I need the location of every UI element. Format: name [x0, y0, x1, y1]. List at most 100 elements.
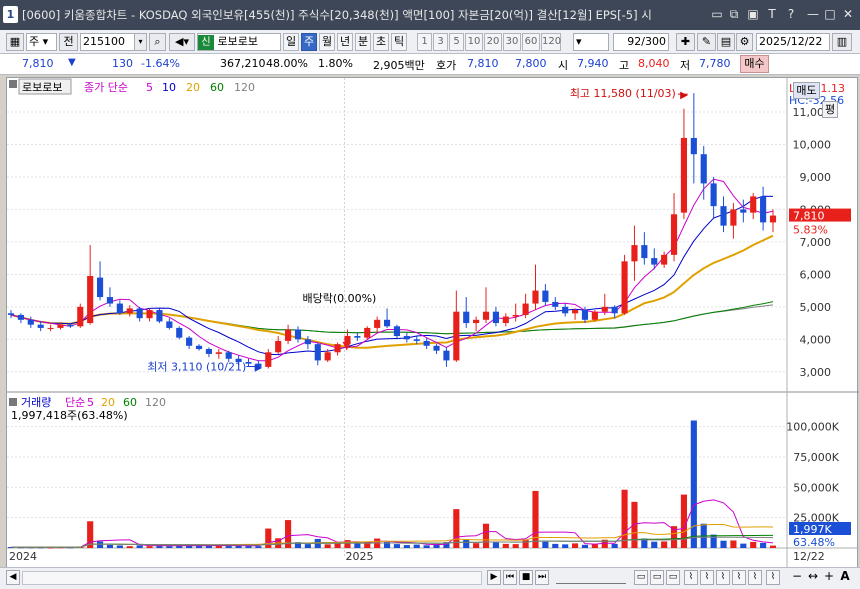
pin-icon[interactable]: ⧉ [726, 6, 742, 22]
interval-option-1[interactable]: 3 [433, 33, 448, 51]
candle-body [661, 254, 668, 265]
tool5-icon[interactable]: ⌇ [748, 570, 762, 585]
stock-name-field[interactable]: 신 로보로보 [197, 33, 281, 51]
candle-body [542, 290, 549, 302]
help-icon[interactable]: ? [783, 6, 799, 22]
volume-bar [651, 541, 658, 548]
horizontal-scrollbar[interactable] [22, 571, 482, 585]
ma20-line [10, 234, 774, 349]
candle-body [37, 324, 44, 328]
eval-button[interactable]: 평 [822, 101, 838, 118]
candle-body [364, 327, 371, 338]
volume-bar [492, 542, 499, 548]
candle-body [136, 308, 143, 319]
font-icon[interactable]: T [764, 6, 780, 22]
period-tab-2[interactable]: 월 [319, 33, 335, 51]
volume-bar [136, 545, 143, 548]
period-tab-3[interactable]: 년 [337, 33, 353, 51]
scroll-right-icon[interactable]: ▶ [487, 570, 501, 585]
maximize-icon[interactable]: □ [822, 6, 838, 22]
candle-body [512, 314, 519, 317]
layout1-icon[interactable]: ▭ [634, 570, 648, 585]
code-dropdown-icon[interactable]: ▾ [134, 33, 147, 51]
scroll-left-icon[interactable]: ◀ [6, 570, 20, 585]
indicator-add-icon[interactable]: ✚ [676, 33, 695, 51]
volume-tick-label: 75,000K [793, 451, 839, 464]
calendar-icon[interactable]: ▥ [832, 33, 852, 51]
link-icon[interactable]: ▣ [745, 6, 761, 22]
volume-bar [542, 541, 549, 548]
restore-icon[interactable]: ▭ [709, 6, 725, 22]
sell-button[interactable]: 매도 [793, 82, 820, 99]
interval-option-5[interactable]: 30 [503, 33, 521, 51]
zoom-out-icon[interactable]: − [790, 570, 804, 585]
candle-body [601, 306, 608, 312]
grid-menu-icon[interactable]: ▦ [6, 33, 24, 51]
interval-select[interactable]: ▾ [573, 33, 609, 51]
volume-bar [750, 541, 757, 548]
period-tab-5[interactable]: 초 [373, 33, 389, 51]
quote-bar: 7,810 ▼ 130 -1.64% 367,210 48.00% 1.80% … [0, 54, 860, 75]
candle-body [433, 345, 440, 351]
zoom-slider[interactable] [556, 572, 626, 584]
stock-name: 로보로보 [217, 35, 258, 48]
tool1-icon[interactable]: ⌇ [684, 570, 698, 585]
candle-body [740, 209, 747, 213]
search-icon[interactable]: ⌕ [149, 33, 166, 51]
candle-body [621, 261, 628, 314]
volume-bar [502, 543, 509, 548]
minimize-icon[interactable]: — [805, 6, 821, 22]
candle-body [275, 340, 282, 353]
candle-body [403, 336, 410, 340]
layout2-icon[interactable]: ▭ [650, 570, 664, 585]
interval-option-7[interactable]: 120 [541, 33, 561, 51]
volume-bar [146, 546, 153, 548]
toolbar: ▦ 주 ▾ 전 215100 ▾ ⌕ ◀▾ 신 로보로보 일주월년분초틱 135… [0, 30, 860, 54]
zoom-in-icon[interactable]: + [822, 570, 836, 585]
candle-body [146, 310, 153, 319]
period-tab-6[interactable]: 틱 [391, 33, 407, 51]
first-icon[interactable]: ⏮ [503, 570, 517, 585]
mode-select[interactable]: 주 ▾ [26, 33, 57, 51]
candle-body [225, 352, 232, 359]
prev-button[interactable]: 전 [59, 33, 78, 51]
chart-canvas[interactable]: 11,00010,0009,0008,0007,0006,0005,0004,0… [7, 78, 859, 570]
volume-bar [413, 544, 420, 548]
buy-button[interactable]: 매수 [740, 55, 769, 73]
tool6-icon[interactable]: ⌇ [766, 570, 780, 585]
tool4-icon[interactable]: ⌇ [732, 570, 746, 585]
save-icon[interactable]: ▤ [717, 33, 735, 51]
stop-icon[interactable]: ■ [519, 570, 533, 585]
interval-option-0[interactable]: 1 [417, 33, 432, 51]
interval-option-4[interactable]: 20 [484, 33, 502, 51]
interval-option-2[interactable]: 5 [449, 33, 464, 51]
zoom-reset-icon[interactable]: ↔ [806, 570, 820, 585]
period-tab-1[interactable]: 주 [301, 33, 317, 51]
candle-body [522, 303, 529, 315]
high-annotation: 최고 11,580 (11/03) [570, 87, 676, 100]
tool2-icon[interactable]: ⌇ [700, 570, 714, 585]
date-field[interactable]: 2025/12/22 [756, 33, 830, 51]
interval-option-6[interactable]: 60 [522, 33, 540, 51]
drawing-tools-icon[interactable]: ✎ [697, 33, 716, 51]
sound-icon[interactable]: ◀▾ [169, 33, 195, 51]
period-tab-0[interactable]: 일 [283, 33, 299, 51]
volume-tick-label: 50,000K [793, 481, 839, 494]
period-tab-4[interactable]: 분 [355, 33, 371, 51]
chart-area[interactable]: 11,00010,0009,0008,0007,0006,0005,0004,0… [6, 77, 859, 570]
volume-bar [730, 540, 737, 548]
close-icon[interactable]: ✕ [840, 6, 856, 22]
count-field[interactable]: 92/300 [613, 33, 669, 51]
candle-body [572, 310, 579, 314]
last-icon[interactable]: ⏭ [535, 570, 549, 585]
candle-body [769, 215, 777, 223]
layout3-icon[interactable]: ▭ [666, 570, 680, 585]
settings-icon[interactable]: ⚙ [736, 33, 753, 51]
volume-bar [591, 544, 598, 548]
interval-option-3[interactable]: 10 [465, 33, 483, 51]
tool3-icon[interactable]: ⌇ [716, 570, 730, 585]
candle-body [443, 350, 450, 361]
candle-body [304, 339, 311, 345]
font-size-icon[interactable]: A [838, 570, 852, 585]
price-tick-label: 3,000 [800, 366, 832, 379]
